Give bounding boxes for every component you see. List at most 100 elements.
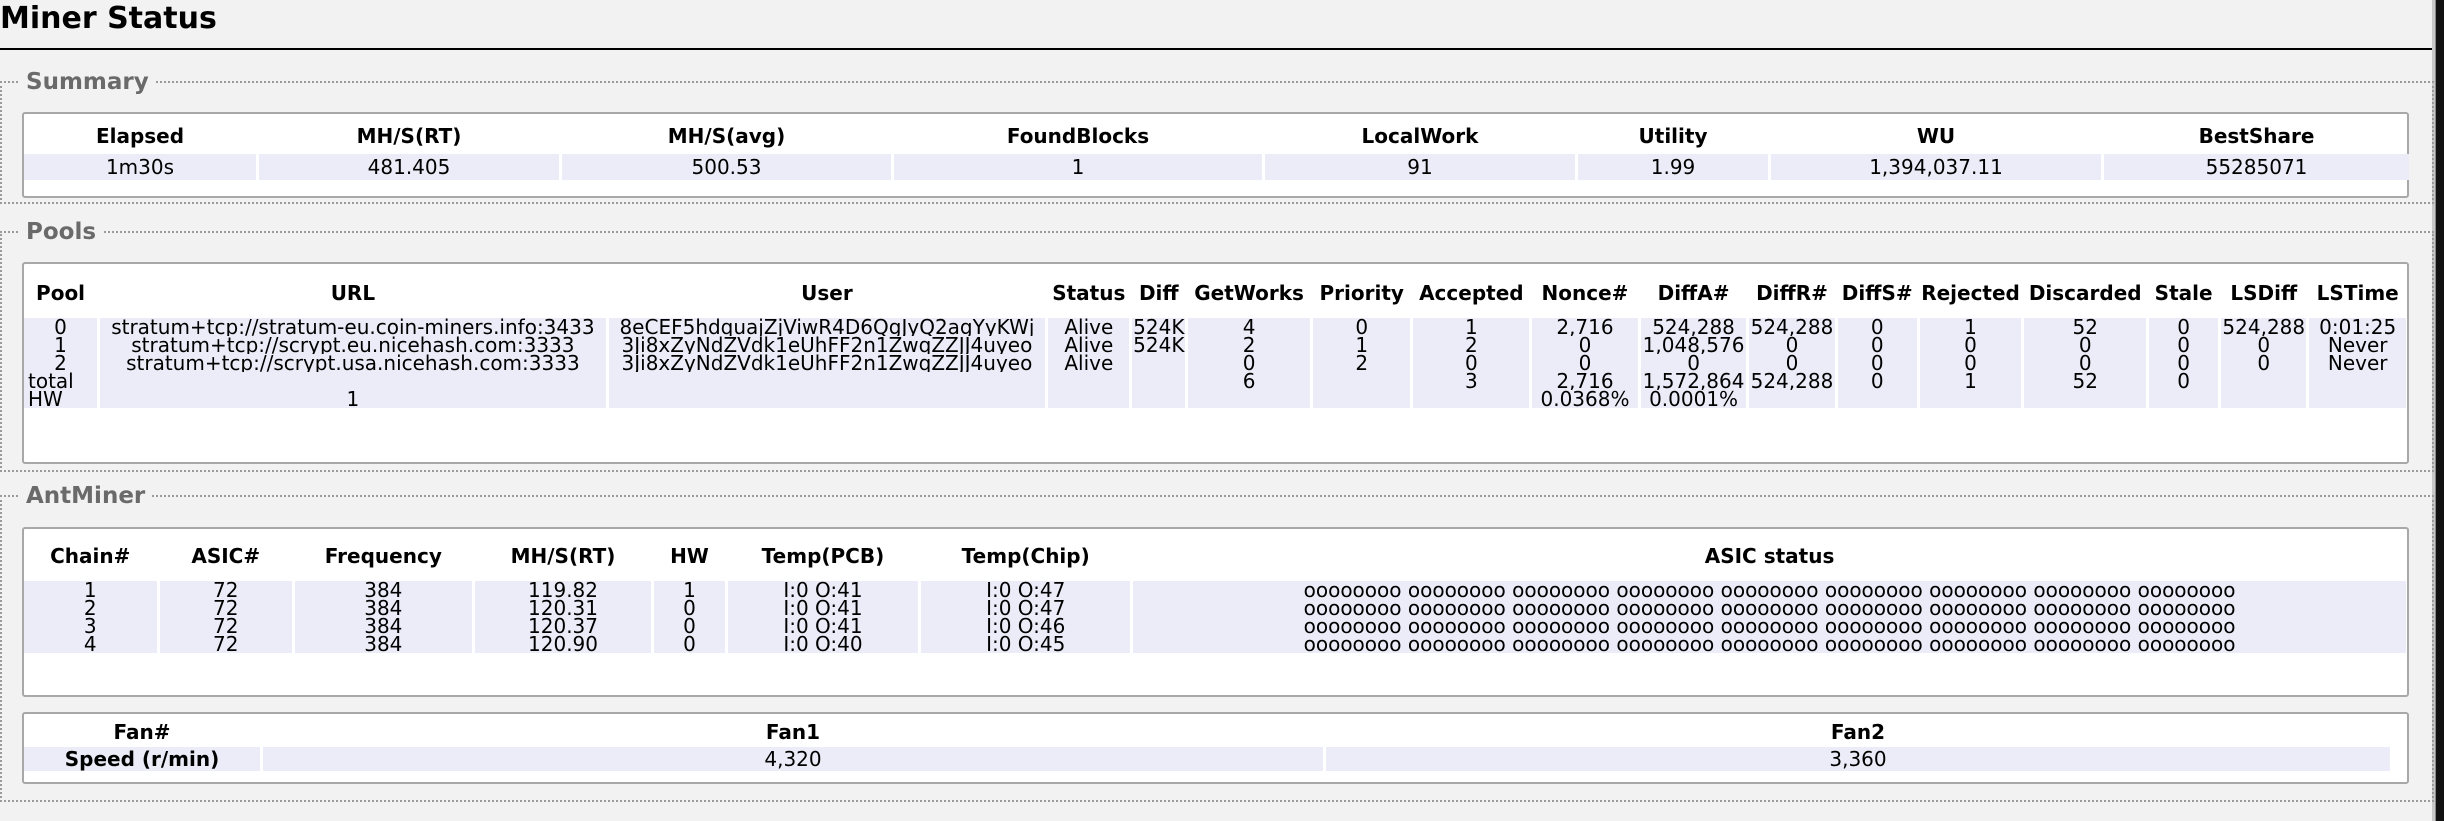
pool-cell-diffs: 0 (1837, 336, 1917, 354)
summary-cell-bestshare: 55285071 (2104, 154, 2409, 180)
chain-cell-hw: 0 (654, 635, 725, 653)
summary-header-bestshare: BestShare (2198, 124, 2315, 148)
chain-cell-frequency: 384 (295, 581, 472, 599)
pool-cell-diffs: 0 (1837, 318, 1917, 336)
pool-cell-user: 3Ji8xZyNdZVdk1eUhFF2n1ZwqZZJJ4uyeo (608, 336, 1046, 354)
pool-cell-rejected: 0 (1919, 336, 2022, 354)
pool-header-diffr: DiffR# (1756, 281, 1828, 305)
title-bar: Miner Status (0, 0, 2440, 50)
pool-cell-diffa: 524,288 (1640, 318, 1747, 336)
fan-cell-fan1: 4,320 (263, 747, 1323, 771)
pool-header-diffs: DiffS# (1841, 281, 1913, 305)
pool-cell-getworks: 4 (1188, 318, 1310, 336)
pool-cell-nonce: 0 (1532, 354, 1638, 372)
summary-row: 1m30s 481.405 500.53 1 91 1.99 1,394,037.11 552… (24, 154, 2409, 180)
chain-cell-temp-chip: I:0 O:46 (921, 617, 1131, 635)
chain-cell-asic: 72 (159, 581, 292, 599)
pool-cell-lstime: Never (2309, 336, 2406, 354)
pool-cell-accepted: 2 (1413, 336, 1530, 354)
summary-table: Elapsed MH/S(RT) MH/S(avg) FoundBlocks Local… (21, 118, 2412, 180)
chain-cell-temp-pcb: I:0 O:41 (727, 617, 919, 635)
chain-cell-mh-s-rt: 120.90 (474, 635, 652, 653)
pool-row: total 6 3 2,716 1,572,864 524,288 0 1 52 0 (24, 372, 2406, 390)
summary-header-row: Elapsed MH/S(RT) MH/S(avg) FoundBlocks Local… (24, 118, 2409, 154)
pool-row: 2 stratum+tcp://scrypt.usa.nicehash.com:3… (24, 354, 2406, 372)
pool-cell-diffs: 0 (1837, 372, 1917, 390)
chain-cell-asic: 72 (159, 635, 292, 653)
pool-cell-priority (1313, 390, 1411, 408)
pools-table: Pool URL User Status Diff GetWorks Priority Acc… (21, 268, 2409, 408)
pool-cell-getworks: 2 (1188, 336, 1310, 354)
miner-status-page: Miner Status Summary Elapsed MH/S(RT) MH/S… (0, 0, 2459, 821)
pool-cell-discarded: 52 (2024, 318, 2147, 336)
chain-header-chain: Chain# (50, 544, 131, 568)
pool-cell-diffr (1749, 390, 1835, 408)
pool-cell-lstime: 0:01:25 (2309, 318, 2406, 336)
pool-cell-lsdiff: 0 (2221, 354, 2307, 372)
fan-header-fan2: Fan2 (1830, 720, 1886, 744)
pool-header-getworks: GetWorks (1194, 281, 1304, 305)
pool-header-nonce: Nonce# (1541, 281, 1629, 305)
pool-row: 1 stratum+tcp://scrypt.eu.nicehash.com:33… (24, 336, 2406, 354)
pool-header-diffa: DiffA# (1657, 281, 1730, 305)
summary-header-mh-s-rt: MH/S(RT) (356, 124, 462, 148)
pool-cell-status: Alive (1048, 336, 1130, 354)
pool-header-priority: Priority (1319, 281, 1404, 305)
fan-cell-fan2: 3,360 (1326, 747, 2390, 771)
pool-cell-pool: HW (24, 390, 98, 408)
pool-cell-diff (1132, 372, 1186, 390)
pool-cell-status: Alive (1048, 318, 1130, 336)
pool-cell-user: 8eCEF5hdquajZjViwR4D6QgJyQ2agYyKWj (608, 318, 1046, 336)
summary-header-mh-s-avg: MH/S(avg) (667, 124, 786, 148)
chain-cell-hw: 0 (654, 599, 725, 617)
pool-cell-discarded: 0 (2024, 336, 2147, 354)
chain-cell-asic: 72 (159, 617, 292, 635)
chain-cell-temp-pcb: I:0 O:41 (727, 599, 919, 617)
pool-cell-stale: 0 (2149, 354, 2219, 372)
pool-cell-url: stratum+tcp://scrypt.eu.nicehash.com:333… (100, 336, 606, 354)
chain-header-hw: HW (670, 544, 709, 568)
fan-header-fan: Fan# (113, 720, 171, 744)
pool-cell-discarded: 0 (2024, 354, 2147, 372)
pool-header-discarded: Discarded (2028, 281, 2142, 305)
pool-cell-pool: 0 (24, 318, 98, 336)
pool-cell-lsdiff: 524,288 (2221, 318, 2307, 336)
summary-cell-localwork: 91 (1265, 154, 1575, 180)
chain-cell-asic-status: oooooooo oooooooo oooooooo oooooooo oooo… (1133, 599, 2406, 617)
pool-cell-nonce: 2,716 (1532, 318, 1638, 336)
pool-cell-getworks (1188, 390, 1310, 408)
pool-cell-diffr: 0 (1749, 354, 1835, 372)
pool-cell-pool: 1 (24, 336, 98, 354)
pool-row: 0 stratum+tcp://stratum-eu.coin-miners.in… (24, 318, 2406, 336)
pool-cell-discarded (2024, 390, 2147, 408)
chain-cell-chain: 4 (24, 635, 157, 653)
pool-cell-stale (2149, 390, 2219, 408)
antminer-table: Chain# ASIC# Frequency MH/S(RT) HW Temp(PCB) T… (21, 531, 2409, 653)
chain-header-asic: ASIC# (191, 544, 261, 568)
pool-cell-stale: 0 (2149, 372, 2219, 390)
antminer-body: 1 72 384 119.82 1 I:0 O:41 I:0 O:47 oooooooo oo… (24, 581, 2406, 653)
pool-header-lsdiff: LSDiff (2230, 281, 2298, 305)
pool-cell-diffa: 1,572,864 (1640, 372, 1747, 390)
pool-header-pool: Pool (36, 281, 86, 305)
chain-cell-temp-chip: I:0 O:47 (921, 599, 1131, 617)
summary-header-foundblocks: FoundBlocks (1006, 124, 1150, 148)
pool-cell-url: 1 (100, 390, 606, 408)
pools-header-row: Pool URL User Status Diff GetWorks Priority Acc… (24, 268, 2406, 318)
fan-header-row: Fan# Fan1 Fan2 (24, 717, 2390, 747)
chain-cell-chain: 1 (24, 581, 157, 599)
pool-cell-priority (1313, 372, 1411, 390)
pool-cell-accepted: 1 (1413, 318, 1530, 336)
pool-cell-diffa: 1,048,576 (1640, 336, 1747, 354)
chain-header-mh-s-rt: MH/S(RT) (510, 544, 616, 568)
pools-body: 0 stratum+tcp://stratum-eu.coin-miners.in… (24, 318, 2406, 408)
pool-cell-url: stratum+tcp://scrypt.usa.nicehash.com:33… (100, 354, 606, 372)
pool-cell-pool: 2 (24, 354, 98, 372)
summary-cell-mh-s-rt: 481.405 (259, 154, 559, 180)
pool-cell-rejected: 1 (1919, 372, 2022, 390)
pool-cell-diff: 524K (1132, 318, 1186, 336)
pool-cell-lsdiff: 0 (2221, 336, 2307, 354)
pool-cell-nonce: 2,716 (1532, 372, 1638, 390)
pool-cell-priority: 0 (1313, 318, 1411, 336)
chain-cell-asic-status: oooooooo oooooooo oooooooo oooooooo oooo… (1133, 635, 2406, 653)
